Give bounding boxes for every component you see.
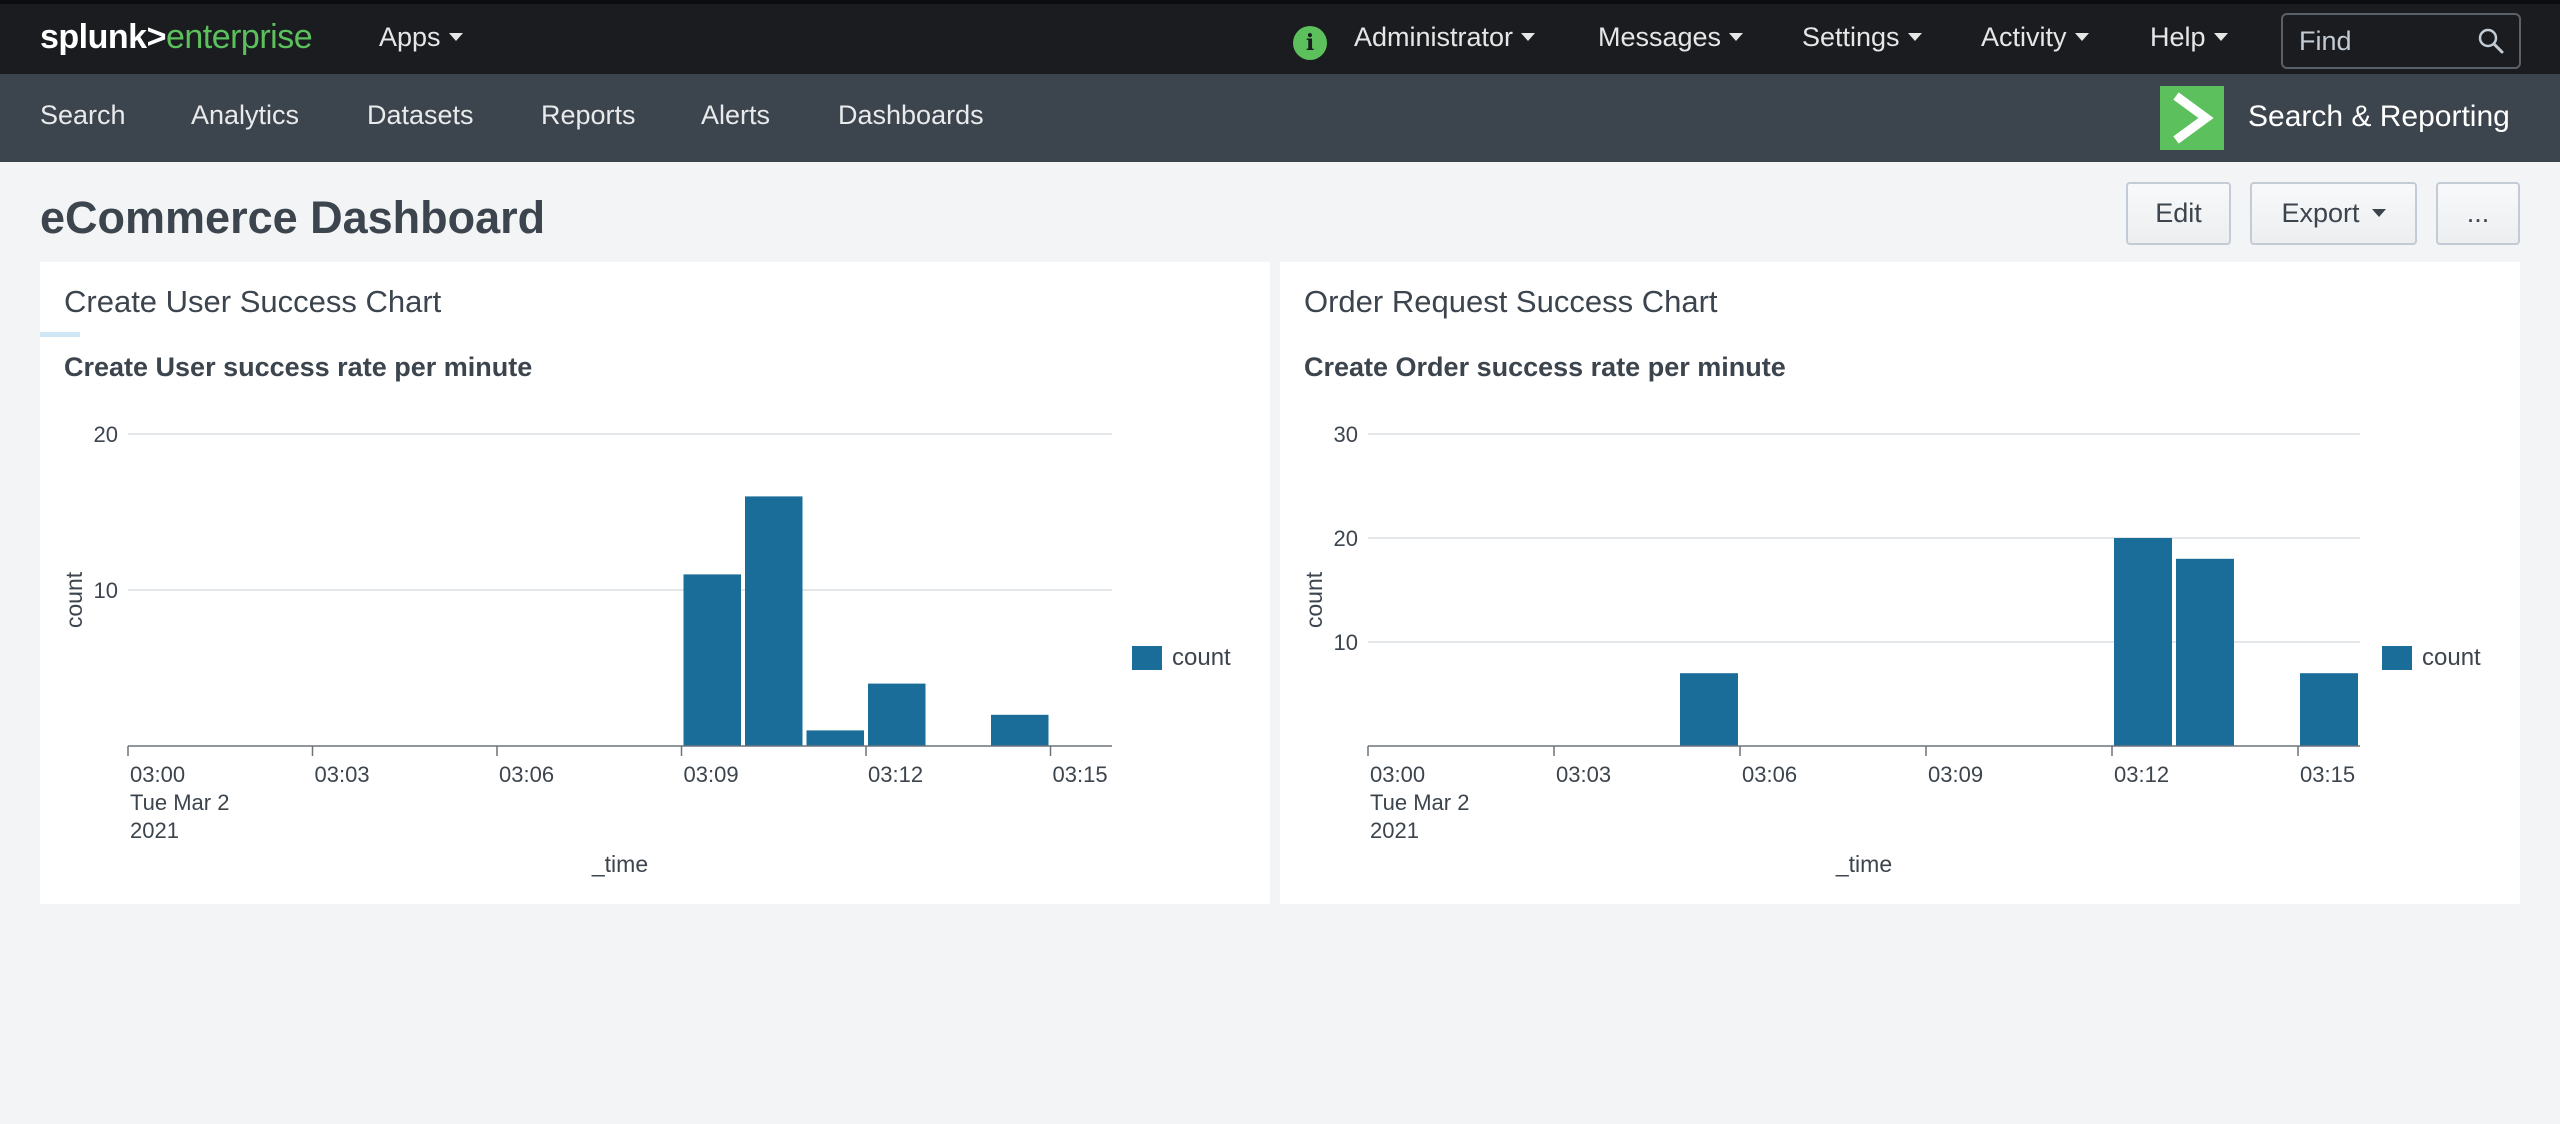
find-input[interactable]	[2299, 25, 2479, 57]
x-tick-date-label: 2021	[130, 818, 179, 843]
help-menu[interactable]: Help	[2150, 22, 2228, 53]
x-tick-label: 03:09	[684, 762, 739, 787]
chevron-down-icon	[2371, 208, 2386, 217]
x-tick-label: 03:00	[130, 762, 185, 787]
bar	[2114, 538, 2172, 746]
logo-main-text: splunk>	[40, 18, 166, 56]
bar	[683, 574, 741, 746]
top-navigation-bar: splunk>enterprise Apps i Administrator M…	[0, 0, 2560, 74]
more-actions-label: ...	[2466, 198, 2490, 228]
export-button[interactable]: Export	[2250, 182, 2417, 245]
find-box[interactable]	[2281, 13, 2521, 69]
legend-label: count	[2422, 644, 2481, 671]
create-order-bar-chart: 10 20 30 03:00 Tue Mar 2 2021 03:03 03:06 03:09 0…	[1301, 422, 2360, 877]
bar	[745, 496, 803, 746]
legend-label: count	[1172, 644, 1231, 671]
app-navigation-bar: Search Analytics Datasets Reports Alerts…	[0, 74, 2560, 162]
appnav-alerts[interactable]: Alerts	[701, 100, 770, 131]
create-user-bar-chart: 10 20 03:00 Tue Mar 2 2021 03:03 03:06 03:09 03:…	[61, 422, 1112, 877]
chevron-down-icon	[2074, 32, 2089, 41]
help-menu-label: Help	[2150, 22, 2206, 52]
chevron-down-icon	[1907, 32, 1922, 41]
edit-button-label: Edit	[2155, 198, 2202, 228]
x-tick-date-label: Tue Mar 2	[1370, 790, 1469, 815]
y-axis-title: count	[1301, 571, 1327, 628]
search-reporting-app-icon[interactable]	[2160, 86, 2224, 150]
x-tick-label: 03:06	[1742, 762, 1797, 787]
x-tick-label: 03:12	[2114, 762, 2169, 787]
x-axis-title: _time	[1835, 851, 1892, 877]
x-tick-label: 03:00	[1370, 762, 1425, 787]
page-title: eCommerce Dashboard	[40, 192, 546, 243]
x-tick-date-label: 2021	[1370, 818, 1419, 843]
chevron-down-icon	[448, 32, 463, 41]
bar	[868, 683, 926, 746]
bar	[2176, 558, 2234, 746]
y-axis-title: count	[61, 571, 87, 628]
order-request-panel: Order Request Success Chart Create Order…	[1280, 262, 2520, 904]
appnav-datasets[interactable]: Datasets	[367, 100, 474, 131]
chevron-right-icon	[2173, 92, 2214, 144]
settings-menu[interactable]: Settings	[1802, 22, 1922, 53]
y-tick-label: 10	[94, 578, 118, 603]
legend-swatch	[2382, 646, 2412, 670]
info-icon[interactable]: i	[1293, 26, 1327, 60]
bar	[1680, 673, 1738, 746]
chart-legend: count	[2382, 644, 2481, 674]
create-user-panel: Create User Success Chart Create User su…	[40, 262, 1270, 904]
bar	[806, 730, 864, 746]
y-tick-label: 10	[1334, 630, 1358, 655]
messages-menu[interactable]: Messages	[1598, 22, 1744, 53]
legend-swatch	[1132, 646, 1162, 670]
chevron-down-icon	[1521, 32, 1536, 41]
administrator-menu-label: Administrator	[1354, 22, 1514, 52]
splunk-logo[interactable]: splunk>enterprise	[40, 18, 313, 57]
search-icon[interactable]	[2477, 27, 2505, 55]
x-tick-date-label: Tue Mar 2	[130, 790, 229, 815]
x-tick-label: 03:15	[1053, 762, 1108, 787]
appnav-analytics[interactable]: Analytics	[191, 100, 299, 131]
chevron-down-icon	[1729, 32, 1744, 41]
x-tick-label: 03:06	[499, 762, 554, 787]
activity-menu[interactable]: Activity	[1981, 22, 2089, 53]
apps-menu[interactable]: Apps	[379, 22, 463, 53]
x-tick-label: 03:15	[2300, 762, 2355, 787]
logo-sub-text: enterprise	[165, 18, 313, 56]
messages-menu-label: Messages	[1598, 22, 1722, 52]
y-tick-label: 20	[1334, 526, 1358, 551]
appnav-reports[interactable]: Reports	[541, 100, 636, 131]
bar	[2300, 673, 2358, 746]
settings-menu-label: Settings	[1802, 22, 1900, 52]
x-tick-label: 03:12	[868, 762, 923, 787]
y-tick-label: 30	[1334, 422, 1358, 447]
x-tick-label: 03:03	[315, 762, 370, 787]
more-actions-button[interactable]: ...	[2436, 182, 2520, 245]
appnav-search[interactable]: Search	[40, 100, 126, 131]
chevron-down-icon	[2213, 32, 2228, 41]
appnav-dashboards[interactable]: Dashboards	[838, 100, 984, 131]
x-tick-label: 03:09	[1928, 762, 1983, 787]
chart-legend: count	[1132, 644, 1231, 674]
x-tick-label: 03:03	[1556, 762, 1611, 787]
activity-menu-label: Activity	[1981, 22, 2067, 52]
x-axis-title: _time	[591, 851, 648, 877]
export-button-label: Export	[2281, 198, 2360, 228]
bar	[991, 714, 1049, 746]
administrator-menu[interactable]: Administrator	[1354, 22, 1536, 53]
apps-menu-label: Apps	[379, 22, 441, 52]
y-tick-label: 20	[94, 422, 118, 447]
edit-button[interactable]: Edit	[2126, 182, 2231, 245]
app-title: Search & Reporting	[2248, 100, 2510, 133]
